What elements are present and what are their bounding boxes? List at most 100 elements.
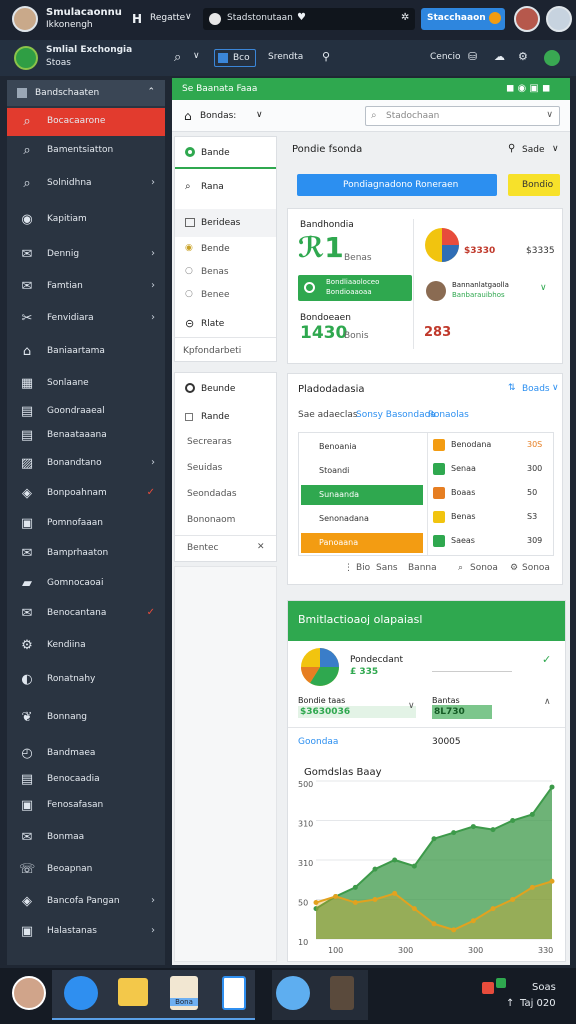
sidebar-item[interactable]: ▣ Halastanas › (7, 918, 165, 946)
table-footer-3[interactable]: Banna (408, 563, 437, 573)
user-avatar[interactable] (12, 6, 38, 32)
folder-icon[interactable] (118, 978, 148, 1006)
tray-icon-green[interactable] (496, 978, 506, 988)
left2-item-1[interactable]: Rande (201, 412, 230, 422)
sort-icon[interactable]: ⇅ (508, 383, 516, 393)
tab-second[interactable]: Srendta (268, 52, 303, 62)
accent-button[interactable]: Stacchaaon (421, 8, 505, 30)
table-row[interactable]: Stoandi (301, 461, 423, 481)
sidebar-item[interactable]: ◈ Bonpoahnam ✓ (7, 480, 165, 508)
chevron-down-icon[interactable]: ∨ (256, 110, 263, 120)
sidebar-item[interactable]: ✉ Dennig › (7, 241, 165, 269)
sidebar-item[interactable]: ✉ Famtian › (7, 273, 165, 301)
sidebar-item[interactable]: ❦ Bonnang (7, 704, 165, 732)
dropdown-label[interactable]: Bondas: (200, 111, 236, 121)
sidebar-item[interactable]: ◴ Bandmaea (7, 740, 165, 768)
table-footer-2[interactable]: Sans (376, 563, 398, 573)
table-footer-4[interactable]: Sonoa (470, 563, 498, 573)
home-icon[interactable]: ⌂ (184, 109, 192, 123)
messenger-icon[interactable] (64, 976, 98, 1010)
left-footer-1[interactable]: Kpfondarbeti (183, 346, 241, 356)
chevron-down-icon[interactable]: ∨ (185, 12, 192, 22)
location-icon[interactable]: ⚲ (322, 50, 330, 63)
topstrip-icons[interactable]: ◼ ◉ ▣ ◼ (506, 83, 550, 94)
left-item-1[interactable]: Bende (201, 244, 230, 254)
document-icon[interactable] (222, 976, 246, 1010)
table-sub2[interactable]: Sonsy Basondaoa (356, 410, 436, 420)
sidebar-item[interactable]: ⌕ Bocacaarone (7, 108, 165, 136)
tab-rana[interactable]: ⌕ Rana (175, 175, 276, 199)
header-action[interactable]: Sade (522, 145, 544, 155)
search-icon[interactable]: ⌕ (458, 563, 463, 573)
search-icon[interactable]: ⌕ (174, 50, 181, 65)
menu-icon[interactable]: H (132, 12, 142, 26)
table-sub3[interactable]: Ronaolas (428, 410, 469, 420)
sidebar-header[interactable]: Bandschaaten ⌃ (7, 80, 165, 106)
chat-app-icon[interactable] (276, 976, 310, 1010)
kpi-badge[interactable]: Bondliaaoloceo Bondioaaoaa (298, 275, 412, 301)
sidebar-item[interactable]: ✂ Fenvidiara › (7, 305, 165, 333)
gear-icon[interactable]: ⚙ (510, 563, 518, 573)
gear-icon[interactable]: ⚙ (518, 50, 528, 63)
arrow-icon[interactable]: ↑ (506, 998, 514, 1009)
address-bar[interactable]: Stadstonutaan ♥ ✲ (203, 8, 415, 30)
tray-icon-red[interactable] (482, 982, 494, 994)
status-icon[interactable] (544, 50, 560, 66)
left2-item-2[interactable]: Secrearas (187, 437, 232, 447)
sidebar-item[interactable]: ✉ Benocantana ✓ (7, 600, 165, 628)
close-icon[interactable]: ✕ (257, 542, 265, 552)
table-row[interactable]: Benoania (301, 437, 423, 457)
chevron-down-icon[interactable]: ∨ (193, 51, 200, 61)
sidebar-item[interactable]: ▤ Benocaadia (7, 766, 165, 794)
menu-label[interactable]: Regatte (150, 13, 185, 23)
sidebar-item[interactable]: ▣ Fenosafasan (7, 792, 165, 820)
brand-logo[interactable] (14, 46, 38, 70)
nav-right-label[interactable]: Cencio (430, 52, 460, 62)
left-item-lock[interactable]: Rlate (201, 319, 224, 329)
left2-footer[interactable]: Bentec (187, 543, 218, 553)
sidebar-item[interactable]: ⌂ Baniaartama (7, 338, 165, 366)
left-item-3[interactable]: Benee (201, 290, 230, 300)
sidebar-item[interactable]: ✉ Bamprhaaton (7, 540, 165, 568)
bug-icon[interactable]: ✲ (401, 12, 409, 23)
table-cell[interactable]: Senaa (451, 464, 476, 473)
series-label[interactable]: Goondaa (298, 737, 338, 747)
sidebar-item[interactable]: ⌕ Bamentsiatton (7, 137, 165, 165)
chevron-down-icon[interactable]: ∨ (552, 383, 559, 393)
table-row[interactable]: Senonadana (301, 509, 423, 529)
secondary-button[interactable]: Bondio (508, 174, 560, 196)
sidebar-item[interactable]: ▰ Gomnocaoai (7, 570, 165, 598)
sidebar-item[interactable]: ⌕ Solnidhna › (7, 170, 165, 198)
section-berideas[interactable]: Berideas (175, 209, 276, 237)
contact-avatar[interactable] (514, 6, 540, 32)
table-row[interactable]: Sunaanda (301, 485, 423, 505)
table-card-action[interactable]: Boads (522, 384, 550, 394)
table-row[interactable]: Panoaana (301, 533, 423, 553)
sidebar-item[interactable]: ◈ Bancofa Pangan › (7, 888, 165, 916)
sidebar-item[interactable]: ▦ Sonlaane (7, 370, 165, 398)
chevron-up-icon[interactable]: ∧ (544, 697, 551, 707)
sidebar-item[interactable]: ◐ Ronatnahy (7, 666, 165, 694)
table-cell[interactable]: Saeas (451, 536, 475, 545)
sidebar-item[interactable]: ☏ Beoapnan (7, 856, 165, 884)
sidebar-item[interactable]: ⚙ Kendiina (7, 632, 165, 660)
cloud-icon[interactable]: ☁ (494, 50, 505, 63)
bag-icon[interactable]: ⛁ (468, 50, 477, 63)
tab-bande[interactable]: Bande (175, 137, 276, 169)
left-item-2[interactable]: Benas (201, 267, 229, 277)
table-footer-1[interactable]: Bio (356, 563, 370, 573)
sidebar-item[interactable]: ▣ Pomnofaaan (7, 510, 165, 538)
left2-item-5[interactable]: Bononaom (187, 515, 235, 525)
section2-label[interactable]: Beunde (201, 384, 235, 394)
search-input[interactable]: ⌕ Stadochaan ∨ (365, 106, 560, 126)
taskbar-user-avatar[interactable] (12, 976, 46, 1010)
contact-photo-icon[interactable] (330, 976, 354, 1010)
chevron-down-icon[interactable]: ∨ (408, 701, 415, 711)
table-cell[interactable]: Benodana (451, 440, 491, 449)
tab-active[interactable]: Bco (214, 49, 256, 67)
chevron-down-icon[interactable]: ∨ (540, 283, 547, 293)
sidebar-item[interactable]: ▨ Bonandtano › (7, 450, 165, 478)
filter-icon[interactable]: ⚲ (508, 143, 515, 154)
sidebar-item[interactable]: ▤ Benaataaana (7, 422, 165, 450)
profile-avatar[interactable] (546, 6, 572, 32)
